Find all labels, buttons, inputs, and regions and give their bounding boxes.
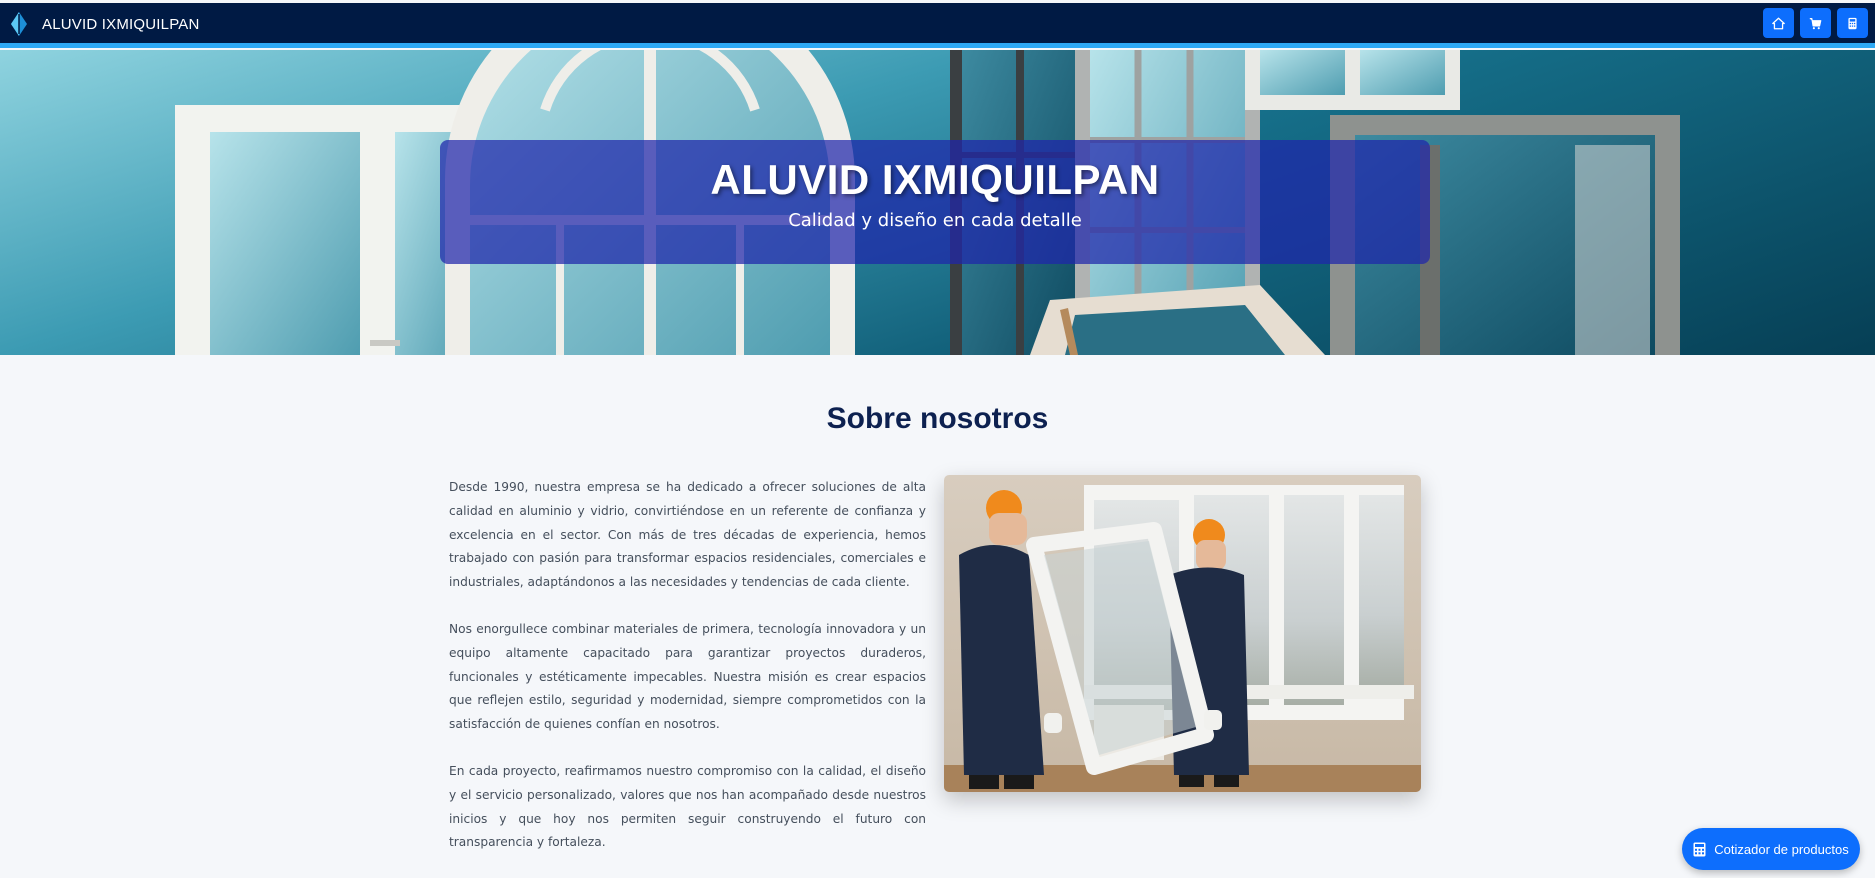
calculator-button[interactable] [1837, 8, 1868, 38]
about-text: Desde 1990, nuestra empresa se ha dedica… [449, 476, 926, 878]
hero-subtitle: Calidad y diseño en cada detalle [788, 210, 1082, 231]
navbar-brand[interactable]: ALUVID IXMIQUILPAN [8, 11, 200, 37]
cart-button[interactable] [1800, 8, 1831, 38]
calculator-icon [1693, 842, 1706, 856]
home-icon [1772, 17, 1785, 29]
hero-title: ALUVID IXMIQUILPAN [710, 156, 1160, 203]
product-quote-label: Cotizador de productos [1714, 841, 1849, 857]
top-navbar: ALUVID IXMIQUILPAN [0, 3, 1875, 48]
product-quote-button[interactable]: Cotizador de productos [1682, 828, 1860, 870]
navbar-icon-group [1763, 8, 1868, 38]
about-paragraph: Desde 1990, nuestra empresa se ha dedica… [449, 480, 926, 590]
hero-overlay: ALUVID IXMIQUILPAN Calidad y diseño en c… [440, 140, 1430, 264]
about-paragraph: En cada proyecto, reafirmamos nuestro co… [449, 763, 926, 850]
about-paragraph: Nos enorgullece combinar materiales de p… [449, 621, 926, 732]
workers-photo [944, 475, 1421, 792]
workers-image [944, 475, 1421, 792]
brand-name: ALUVID IXMIQUILPAN [42, 15, 200, 33]
home-button[interactable] [1763, 8, 1794, 38]
logo-icon [11, 12, 27, 36]
hero-banner: ALUVID IXMIQUILPAN Calidad y diseño en c… [0, 50, 1875, 355]
calculator-icon [1848, 17, 1857, 29]
about-heading: Sobre nosotros [826, 402, 1049, 435]
cart-icon [1809, 17, 1822, 29]
